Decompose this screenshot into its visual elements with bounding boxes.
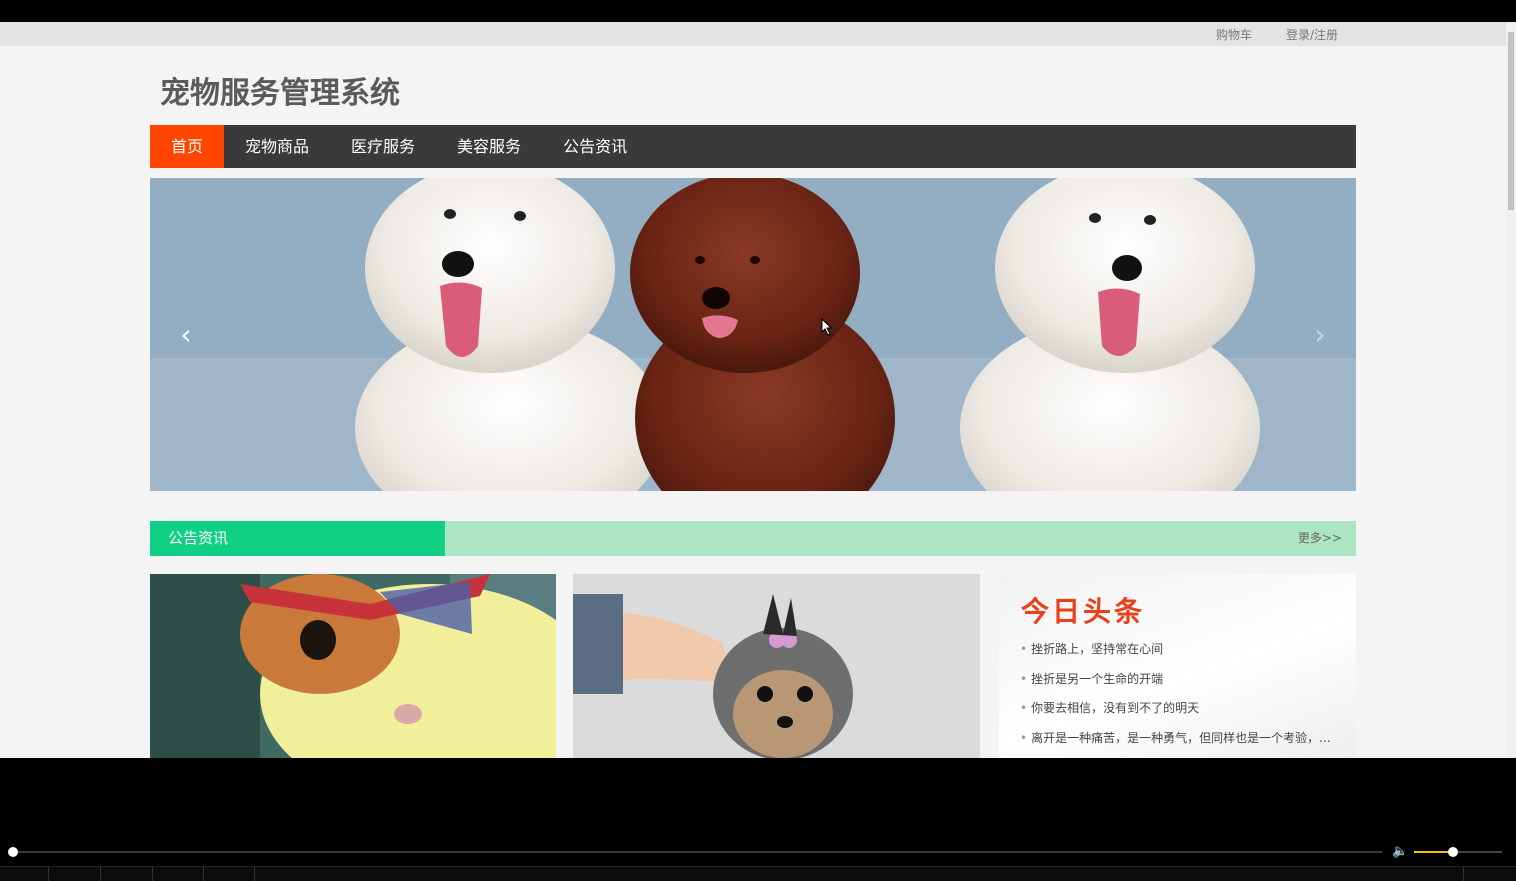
section-title: 公告资讯: [150, 521, 445, 556]
headline-item[interactable]: • 离开是一种痛苦，是一种勇气，但同样也是一个考验，...: [1020, 729, 1331, 746]
bullet-icon: •: [1020, 701, 1028, 715]
nav-item-grooming-services[interactable]: 美容服务: [436, 125, 542, 168]
news-image-puppy[interactable]: [573, 574, 980, 758]
banner-dogs-image: [150, 178, 1356, 491]
headline-item[interactable]: • 挫折是另一个生命的开端: [1020, 670, 1163, 687]
headline-text: 你要去相信，没有到不了的明天: [1031, 701, 1200, 715]
headline-item[interactable]: • 挫折路上，坚持常在心间: [1020, 640, 1163, 657]
banner-carousel[interactable]: ‹ ›: [150, 178, 1356, 491]
video-player-controls: 🔈: [0, 758, 1516, 881]
nav-item-pet-products[interactable]: 宠物商品: [224, 125, 330, 168]
bottom-strip: [0, 866, 1516, 881]
today-headlines-panel: 今日头条 • 挫折路上，坚持常在心间 • 挫折是另一个生命的开端 • 你要去相信，没有…: [999, 574, 1356, 758]
nav-item-home[interactable]: 首页: [150, 125, 225, 168]
headline-text: 挫折路上，坚持常在心间: [1031, 642, 1164, 656]
login-register-link[interactable]: 登录/注册: [1286, 26, 1338, 43]
puppy-image: [573, 574, 980, 758]
headline-text: 离开是一种痛苦，是一种勇气，但同样也是一个考验，...: [1031, 731, 1331, 745]
guinea-pig-image: [150, 574, 556, 758]
more-link[interactable]: 更多>>: [1298, 521, 1342, 556]
nav-item-announcements[interactable]: 公告资讯: [542, 125, 648, 168]
carousel-next-button[interactable]: ›: [1308, 320, 1332, 350]
bullet-icon: •: [1020, 672, 1028, 686]
volume-knob[interactable]: [1448, 847, 1458, 857]
seek-knob[interactable]: [8, 847, 18, 857]
mouse-cursor-icon: [821, 318, 833, 336]
vertical-scrollbar[interactable]: [1506, 22, 1516, 758]
site-title[interactable]: 宠物服务管理系统: [160, 68, 400, 112]
browser-page: 购物车 登录/注册 宠物服务管理系统 首页 宠物商品 医疗服务 美容服务 公告资…: [0, 22, 1506, 758]
scrollbar-thumb[interactable]: [1508, 32, 1514, 210]
nav-item-medical-services[interactable]: 医疗服务: [330, 125, 436, 168]
carousel-prev-button[interactable]: ‹: [174, 320, 198, 350]
bullet-icon: •: [1020, 731, 1028, 745]
top-bar: 购物车 登录/注册: [0, 22, 1506, 46]
cart-link[interactable]: 购物车: [1216, 26, 1252, 43]
headlines-heading: 今日头条: [1021, 595, 1146, 628]
bullet-icon: •: [1020, 642, 1028, 656]
announcements-section-header: 公告资讯 更多>>: [150, 521, 1356, 556]
volume-icon[interactable]: 🔈: [1392, 844, 1408, 859]
news-image-guinea-pig[interactable]: [150, 574, 556, 758]
volume-slider[interactable]: [1414, 851, 1502, 853]
seek-bar[interactable]: [12, 851, 1382, 853]
headline-text: 挫折是另一个生命的开端: [1031, 672, 1164, 686]
main-nav: 首页 宠物商品 医疗服务 美容服务 公告资讯: [150, 125, 1356, 168]
headline-item[interactable]: • 你要去相信，没有到不了的明天: [1020, 699, 1199, 716]
